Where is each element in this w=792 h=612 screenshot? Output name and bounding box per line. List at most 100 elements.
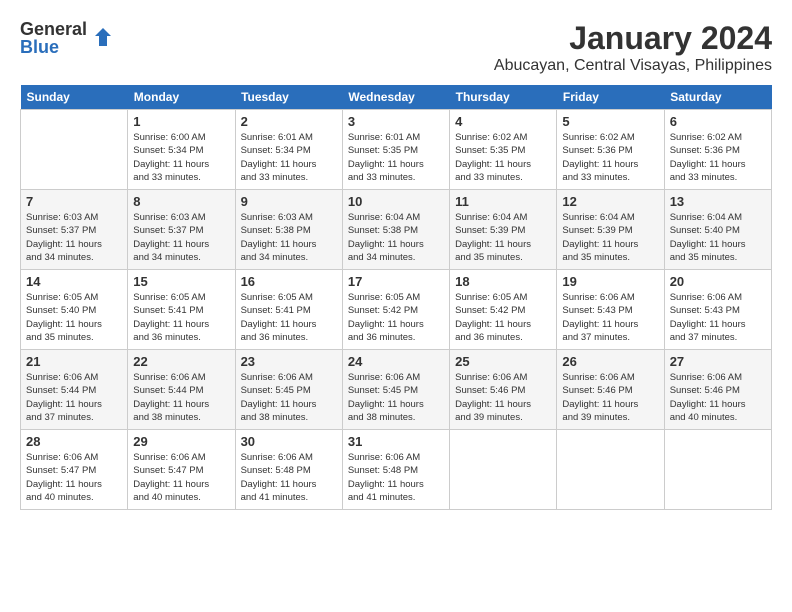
cell-info: Sunrise: 6:05 AM Sunset: 5:40 PM Dayligh…	[26, 291, 122, 344]
cell-info: Sunrise: 6:03 AM Sunset: 5:37 PM Dayligh…	[26, 211, 122, 264]
cell-info: Sunrise: 6:03 AM Sunset: 5:37 PM Dayligh…	[133, 211, 229, 264]
day-number: 5	[562, 114, 658, 129]
day-number: 7	[26, 194, 122, 209]
cell-info: Sunrise: 6:05 AM Sunset: 5:41 PM Dayligh…	[133, 291, 229, 344]
day-number: 9	[241, 194, 337, 209]
week-row-5: 28 Sunrise: 6:06 AM Sunset: 5:47 PM Dayli…	[21, 430, 772, 510]
day-number: 28	[26, 434, 122, 449]
calendar-cell: 29 Sunrise: 6:06 AM Sunset: 5:47 PM Dayli…	[128, 430, 235, 510]
calendar-cell: 24 Sunrise: 6:06 AM Sunset: 5:45 PM Dayli…	[342, 350, 449, 430]
calendar-cell: 10 Sunrise: 6:04 AM Sunset: 5:38 PM Dayli…	[342, 190, 449, 270]
day-number: 31	[348, 434, 444, 449]
calendar-table: SundayMondayTuesdayWednesdayThursdayFrid…	[20, 85, 772, 510]
calendar-cell: 17 Sunrise: 6:05 AM Sunset: 5:42 PM Dayli…	[342, 270, 449, 350]
calendar-cell: 4 Sunrise: 6:02 AM Sunset: 5:35 PM Daylig…	[450, 110, 557, 190]
cell-info: Sunrise: 6:06 AM Sunset: 5:45 PM Dayligh…	[241, 371, 337, 424]
calendar-cell: 14 Sunrise: 6:05 AM Sunset: 5:40 PM Dayli…	[21, 270, 128, 350]
cell-info: Sunrise: 6:06 AM Sunset: 5:46 PM Dayligh…	[562, 371, 658, 424]
day-number: 10	[348, 194, 444, 209]
cell-info: Sunrise: 6:02 AM Sunset: 5:35 PM Dayligh…	[455, 131, 551, 184]
cell-info: Sunrise: 6:05 AM Sunset: 5:41 PM Dayligh…	[241, 291, 337, 344]
location: Abucayan, Central Visayas, Philippines	[494, 57, 772, 75]
calendar-cell: 19Sunrise: 6:06 AM Sunset: 5:43 PM Dayli…	[557, 270, 664, 350]
cell-info: Sunrise: 6:04 AM Sunset: 5:40 PM Dayligh…	[670, 211, 766, 264]
cell-info: Sunrise: 6:06 AM Sunset: 5:46 PM Dayligh…	[670, 371, 766, 424]
day-number: 24	[348, 354, 444, 369]
calendar-cell	[21, 110, 128, 190]
col-header-saturday: Saturday	[664, 85, 771, 110]
calendar-cell	[664, 430, 771, 510]
day-number: 22	[133, 354, 229, 369]
calendar-cell: 30 Sunrise: 6:06 AM Sunset: 5:48 PM Dayli…	[235, 430, 342, 510]
cell-info: Sunrise: 6:06 AM Sunset: 5:47 PM Dayligh…	[133, 451, 229, 504]
calendar-cell: 12 Sunrise: 6:04 AM Sunset: 5:39 PM Dayli…	[557, 190, 664, 270]
col-header-thursday: Thursday	[450, 85, 557, 110]
cell-info: Sunrise: 6:06 AM Sunset: 5:43 PM Dayligh…	[562, 291, 658, 344]
day-number: 18	[455, 274, 551, 289]
day-number: 6	[670, 114, 766, 129]
col-header-friday: Friday	[557, 85, 664, 110]
calendar-cell: 20 Sunrise: 6:06 AM Sunset: 5:43 PM Dayli…	[664, 270, 771, 350]
day-number: 27	[670, 354, 766, 369]
cell-info: Sunrise: 6:01 AM Sunset: 5:35 PM Dayligh…	[348, 131, 444, 184]
cell-info: Sunrise: 6:06 AM Sunset: 5:48 PM Dayligh…	[348, 451, 444, 504]
calendar-cell: 5Sunrise: 6:02 AM Sunset: 5:36 PM Daylig…	[557, 110, 664, 190]
calendar-cell: 21Sunrise: 6:06 AM Sunset: 5:44 PM Dayli…	[21, 350, 128, 430]
logo-general-text: General	[20, 20, 87, 38]
day-number: 21	[26, 354, 122, 369]
cell-info: Sunrise: 6:04 AM Sunset: 5:38 PM Dayligh…	[348, 211, 444, 264]
day-number: 29	[133, 434, 229, 449]
cell-info: Sunrise: 6:06 AM Sunset: 5:44 PM Dayligh…	[133, 371, 229, 424]
day-number: 23	[241, 354, 337, 369]
cell-info: Sunrise: 6:04 AM Sunset: 5:39 PM Dayligh…	[562, 211, 658, 264]
cell-info: Sunrise: 6:06 AM Sunset: 5:47 PM Dayligh…	[26, 451, 122, 504]
calendar-cell: 8 Sunrise: 6:03 AM Sunset: 5:37 PM Daylig…	[128, 190, 235, 270]
calendar-cell: 1 Sunrise: 6:00 AM Sunset: 5:34 PM Daylig…	[128, 110, 235, 190]
day-number: 26	[562, 354, 658, 369]
day-number: 2	[241, 114, 337, 129]
day-number: 8	[133, 194, 229, 209]
week-row-2: 7 Sunrise: 6:03 AM Sunset: 5:37 PM Daylig…	[21, 190, 772, 270]
cell-info: Sunrise: 6:06 AM Sunset: 5:43 PM Dayligh…	[670, 291, 766, 344]
col-header-monday: Monday	[128, 85, 235, 110]
day-number: 20	[670, 274, 766, 289]
page-header: General Blue January 2024 Abucayan, Cent…	[20, 20, 772, 75]
cell-info: Sunrise: 6:01 AM Sunset: 5:34 PM Dayligh…	[241, 131, 337, 184]
calendar-cell: 18 Sunrise: 6:05 AM Sunset: 5:42 PM Dayli…	[450, 270, 557, 350]
calendar-cell: 25Sunrise: 6:06 AM Sunset: 5:46 PM Dayli…	[450, 350, 557, 430]
week-row-3: 14 Sunrise: 6:05 AM Sunset: 5:40 PM Dayli…	[21, 270, 772, 350]
cell-info: Sunrise: 6:02 AM Sunset: 5:36 PM Dayligh…	[670, 131, 766, 184]
day-number: 14	[26, 274, 122, 289]
title-block: January 2024 Abucayan, Central Visayas, …	[494, 20, 772, 75]
calendar-cell: 13 Sunrise: 6:04 AM Sunset: 5:40 PM Dayli…	[664, 190, 771, 270]
day-number: 16	[241, 274, 337, 289]
day-number: 13	[670, 194, 766, 209]
cell-info: Sunrise: 6:06 AM Sunset: 5:45 PM Dayligh…	[348, 371, 444, 424]
logo: General Blue	[20, 20, 115, 56]
day-number: 1	[133, 114, 229, 129]
calendar-cell: 23 Sunrise: 6:06 AM Sunset: 5:45 PM Dayli…	[235, 350, 342, 430]
day-number: 12	[562, 194, 658, 209]
calendar-cell: 28 Sunrise: 6:06 AM Sunset: 5:47 PM Dayli…	[21, 430, 128, 510]
calendar-cell: 2 Sunrise: 6:01 AM Sunset: 5:34 PM Daylig…	[235, 110, 342, 190]
logo-icon	[91, 26, 115, 50]
week-row-4: 21 Sunrise: 6:06 AM Sunset: 5:44 PM Dayli…	[21, 350, 772, 430]
day-number: 3	[348, 114, 444, 129]
day-number: 4	[455, 114, 551, 129]
day-number: 17	[348, 274, 444, 289]
cell-info: Sunrise: 6:05 AM Sunset: 5:42 PM Dayligh…	[455, 291, 551, 344]
calendar-cell: 11 Sunrise: 6:04 AM Sunset: 5:39 PM Dayli…	[450, 190, 557, 270]
cell-info: Sunrise: 6:03 AM Sunset: 5:38 PM Dayligh…	[241, 211, 337, 264]
week-row-1: 1 Sunrise: 6:00 AM Sunset: 5:34 PM Daylig…	[21, 110, 772, 190]
cell-info: Sunrise: 6:05 AM Sunset: 5:42 PM Dayligh…	[348, 291, 444, 344]
day-number: 11	[455, 194, 551, 209]
calendar-cell: 22 Sunrise: 6:06 AM Sunset: 5:44 PM Dayli…	[128, 350, 235, 430]
col-header-wednesday: Wednesday	[342, 85, 449, 110]
cell-info: Sunrise: 6:00 AM Sunset: 5:34 PM Dayligh…	[133, 131, 229, 184]
cell-info: Sunrise: 6:06 AM Sunset: 5:48 PM Dayligh…	[241, 451, 337, 504]
day-number: 15	[133, 274, 229, 289]
col-header-sunday: Sunday	[21, 85, 128, 110]
cell-info: Sunrise: 6:04 AM Sunset: 5:39 PM Dayligh…	[455, 211, 551, 264]
day-number: 30	[241, 434, 337, 449]
calendar-cell: 7 Sunrise: 6:03 AM Sunset: 5:37 PM Daylig…	[21, 190, 128, 270]
